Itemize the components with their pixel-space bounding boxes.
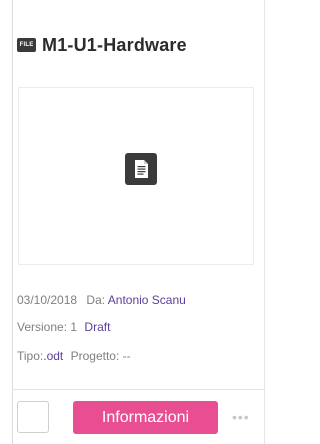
file-title[interactable]: M1-U1-Hardware [42, 35, 187, 56]
card-footer-divider [12, 389, 265, 390]
info-button[interactable]: Informazioni [73, 401, 218, 434]
document-icon [125, 153, 157, 185]
project-label: Progetto: [70, 349, 120, 363]
status-link[interactable]: Draft [84, 320, 110, 334]
meta-date-author: 03/10/2018 Da: Antonio Scanu [17, 293, 186, 307]
file-title-row: FILE M1-U1-Hardware [17, 35, 187, 55]
author-link[interactable]: Antonio Scanu [108, 293, 186, 307]
type-label: Tipo: [17, 349, 44, 363]
project-value: -- [122, 349, 131, 363]
more-options-icon[interactable]: ••• [232, 409, 250, 425]
file-date: 03/10/2018 [17, 293, 78, 307]
meta-version: Versione: 1 Draft [17, 320, 110, 334]
file-type-icon: FILE [17, 38, 36, 52]
select-checkbox[interactable] [17, 401, 49, 433]
version-label: Versione: [17, 320, 68, 334]
meta-type-project: Tipo:.odt Progetto: -- [17, 349, 131, 363]
file-preview[interactable] [18, 87, 254, 265]
type-value[interactable]: .odt [43, 349, 63, 363]
author-label: Da: [86, 293, 106, 307]
version-value: 1 [70, 320, 78, 334]
